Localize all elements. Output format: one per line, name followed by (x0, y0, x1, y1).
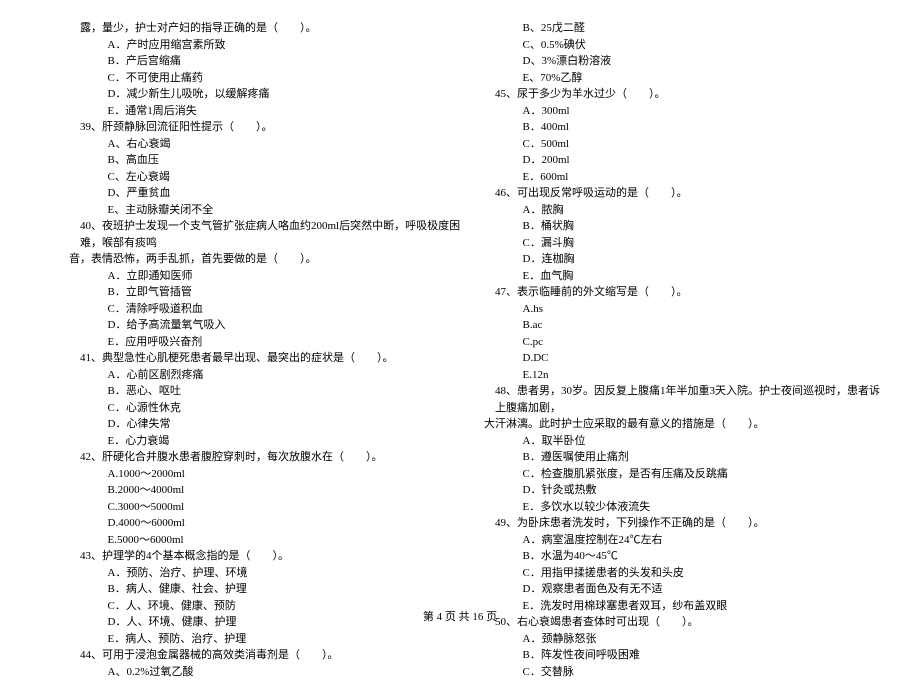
q47-opt-e: E.12n (495, 367, 880, 384)
q40-stem-line1: 40、夜班护士发现一个支气管扩张症病人咯血约200ml后突然中断，呼吸极度困难，… (80, 218, 465, 251)
q43-stem: 43、护理学的4个基本概念指的是（ ）。 (80, 548, 465, 565)
q47-opt-b: B.ac (495, 317, 880, 334)
q46-opt-d: D．连枷胸 (495, 251, 880, 268)
q42-stem: 42、肝硬化合并腹水患者腹腔穿刺时，每次放腹水在（ ）。 (80, 449, 465, 466)
q41-opt-b: B．恶心、呕吐 (80, 383, 465, 400)
right-column: B、25戊二醛 C、0.5%碘伏 D、3%漂白粉溶液 E、70%乙醇 45、尿于… (485, 20, 880, 580)
page-body: 露，量少，护士对产妇的指导正确的是（ ）。 A．产时应用缩宫素所致 B．产后宫缩… (0, 0, 920, 590)
q48-opt-a: A．取半卧位 (495, 433, 880, 450)
q44-opt-c: C、0.5%碘伏 (495, 37, 880, 54)
q44-opt-b: B、25戊二醛 (495, 20, 880, 37)
q46-stem: 46、可出现反常呼吸运动的是（ ）。 (495, 185, 880, 202)
q49-opt-d: D．观察患者面色及有无不适 (495, 581, 880, 598)
q42-opt-b: B.2000～4000ml (80, 482, 465, 499)
q45-opt-d: D．200ml (495, 152, 880, 169)
q49-opt-c: C．用指甲揉搓患者的头发和头皮 (495, 565, 880, 582)
q46-opt-c: C．漏斗胸 (495, 235, 880, 252)
q48-stem-line1: 48、患者男，30岁。因反复上腹痛1年半加重3天入院。护士夜间巡视时，患者诉上腹… (495, 383, 880, 416)
q42-opt-c: C.3000～5000ml (80, 499, 465, 516)
q48-stem-line2: 大汗淋漓。此时护士应采取的最有意义的措施是（ ）。 (484, 416, 880, 433)
q47-opt-d: D.DC (495, 350, 880, 367)
q39-stem: 39、肝颈静脉回流征阳性提示（ ）。 (80, 119, 465, 136)
q50-opt-a: A．颈静脉怒张 (495, 631, 880, 648)
q43-opt-c: C．人、环境、健康、预防 (80, 598, 465, 615)
q39-opt-c: C、左心衰竭 (80, 169, 465, 186)
q46-opt-e: E．血气胸 (495, 268, 880, 285)
q43-opt-e: E．病人、预防、治疗、护理 (80, 631, 465, 648)
q39-opt-d: D、严重贫血 (80, 185, 465, 202)
q47-opt-a: A.hs (495, 301, 880, 318)
q38-opt-d: D．减少新生儿吸吮，以缓解疼痛 (80, 86, 465, 103)
q39-opt-b: B、高血压 (80, 152, 465, 169)
q40-opt-a: A．立即通知医师 (80, 268, 465, 285)
q50-opt-c: C．交替脉 (495, 664, 880, 680)
q48-opt-c: C．检查腹肌紧张度，是否有压痛及反跳痛 (495, 466, 880, 483)
q41-stem: 41、典型急性心肌梗死患者最早出现、最突出的症状是（ ）。 (80, 350, 465, 367)
q45-opt-b: B．400ml (495, 119, 880, 136)
q38-opt-a: A．产时应用缩宫素所致 (80, 37, 465, 54)
q48-opt-e: E．多饮水以较少体液流失 (495, 499, 880, 516)
q42-opt-a: A.1000～2000ml (80, 466, 465, 483)
q46-opt-b: B．桶状胸 (495, 218, 880, 235)
q43-opt-a: A．预防、治疗、护理、环境 (80, 565, 465, 582)
q40-opt-b: B．立即气管插管 (80, 284, 465, 301)
q44-opt-d: D、3%漂白粉溶液 (495, 53, 880, 70)
left-column: 露，量少，护士对产妇的指导正确的是（ ）。 A．产时应用缩宫素所致 B．产后宫缩… (80, 20, 485, 580)
q49-opt-a: A．病室温度控制在24℃左右 (495, 532, 880, 549)
q44-opt-e: E、70%乙醇 (495, 70, 880, 87)
q44-stem: 44、可用于浸泡金属器械的高效类消毒剂是（ ）。 (80, 647, 465, 664)
q43-opt-b: B．病人、健康、社会、护理 (80, 581, 465, 598)
q41-opt-d: D．心律失常 (80, 416, 465, 433)
q50-opt-b: B．阵发性夜间呼吸困难 (495, 647, 880, 664)
q42-opt-d: D.4000～6000ml (80, 515, 465, 532)
q42-opt-e: E.5000～6000ml (80, 532, 465, 549)
q41-opt-c: C．心源性休克 (80, 400, 465, 417)
q47-opt-c: C.pc (495, 334, 880, 351)
q44-opt-a: A、0.2%过氧乙酸 (80, 664, 465, 680)
q40-opt-c: C．清除呼吸道积血 (80, 301, 465, 318)
q48-opt-b: B．遵医嘱使用止痛剂 (495, 449, 880, 466)
q39-opt-a: A、右心衰竭 (80, 136, 465, 153)
q46-opt-a: A．脓胸 (495, 202, 880, 219)
q40-opt-e: E．应用呼吸兴奋剂 (80, 334, 465, 351)
q41-opt-e: E．心力衰竭 (80, 433, 465, 450)
q43-opt-d: D．人、环境、健康、护理 (80, 614, 465, 631)
q38-opt-e: E．通常1周后消失 (80, 103, 465, 120)
q41-opt-a: A．心前区剧烈疼痛 (80, 367, 465, 384)
q49-opt-b: B．水温为40～45℃ (495, 548, 880, 565)
q49-stem: 49、为卧床患者洗发时，下列操作不正确的是（ ）。 (495, 515, 880, 532)
q38-fragment: 露，量少，护士对产妇的指导正确的是（ ）。 (80, 20, 465, 37)
q48-opt-d: D．针灸或热敷 (495, 482, 880, 499)
q45-stem: 45、尿于多少为羊水过少（ ）。 (495, 86, 880, 103)
q40-opt-d: D．给予高流量氧气吸入 (80, 317, 465, 334)
q50-stem: 50、右心衰竭患者查体时可出现（ ）。 (495, 614, 880, 631)
q40-stem-line2: 音，表情恐怖，两手乱抓，首先要做的是（ ）。 (69, 251, 465, 268)
q45-opt-e: E．600ml (495, 169, 880, 186)
q47-stem: 47、表示临睡前的外文缩写是（ ）。 (495, 284, 880, 301)
q49-opt-e: E．洗发时用棉球塞患者双耳，纱布盖双眼 (495, 598, 880, 615)
q45-opt-c: C．500ml (495, 136, 880, 153)
q45-opt-a: A．300ml (495, 103, 880, 120)
q38-opt-b: B．产后宫缩痛 (80, 53, 465, 70)
q38-opt-c: C．不可使用止痛药 (80, 70, 465, 87)
q39-opt-e: E、主动脉瓣关闭不全 (80, 202, 465, 219)
